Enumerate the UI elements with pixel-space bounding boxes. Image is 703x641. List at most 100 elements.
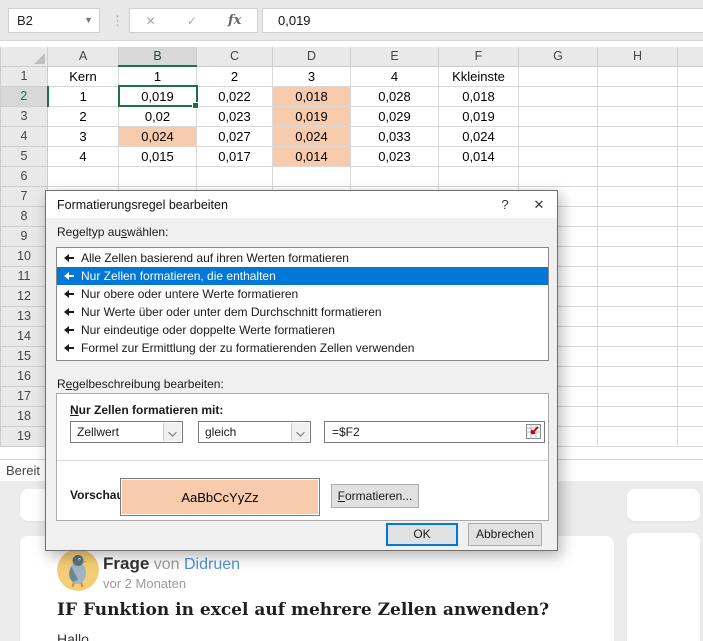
row-header-10[interactable]: 10 (0, 245, 48, 267)
cell-C2[interactable]: 0,022 (196, 86, 273, 107)
rule-type-option-3[interactable]: Nur obere oder untere Werte formatieren (57, 285, 548, 303)
cell-C3[interactable]: 0,023 (196, 106, 273, 127)
row-header-9[interactable]: 9 (0, 225, 48, 247)
cell-H4[interactable] (597, 126, 678, 147)
row-header-11[interactable]: 11 (0, 265, 48, 287)
cell-E2[interactable]: 0,028 (350, 86, 439, 107)
cell-F4[interactable]: 0,024 (438, 126, 519, 147)
cell-E5[interactable]: 0,023 (350, 146, 439, 167)
cell-C6[interactable] (196, 166, 273, 187)
cell-B5[interactable]: 0,015 (118, 146, 197, 167)
fill-handle[interactable] (192, 101, 199, 109)
column-header-G[interactable]: G (518, 47, 598, 67)
cell-H9[interactable] (597, 226, 678, 247)
cell-D5[interactable]: 0,014 (272, 146, 351, 167)
row-header-13[interactable]: 13 (0, 305, 48, 327)
cell-H17[interactable] (597, 386, 678, 407)
column-header-A[interactable]: A (47, 47, 119, 67)
operator-combobox[interactable]: gleich (198, 421, 311, 443)
row-header-18[interactable]: 18 (0, 405, 48, 427)
row-header-19[interactable]: 19 (0, 425, 48, 447)
cell-C1[interactable]: 2 (196, 66, 273, 87)
cell-B1[interactable]: 1 (118, 66, 197, 87)
cell-H7[interactable] (597, 186, 678, 207)
cell-H12[interactable] (597, 286, 678, 307)
cell-C4[interactable]: 0,027 (196, 126, 273, 147)
author-link[interactable]: Didruen (184, 556, 240, 573)
cell-D3[interactable]: 0,019 (272, 106, 351, 127)
cell-H2[interactable] (597, 86, 678, 107)
cell-H5[interactable] (597, 146, 678, 167)
rule-type-option-6[interactable]: Formel zur Ermittlung der zu formatieren… (57, 339, 548, 357)
row-header-16[interactable]: 16 (0, 365, 48, 387)
cell-H11[interactable] (597, 266, 678, 287)
cell-D4[interactable]: 0,024 (272, 126, 351, 147)
cell-E4[interactable]: 0,033 (350, 126, 439, 147)
format-button[interactable]: Formatieren... (331, 484, 419, 508)
cell-E6[interactable] (350, 166, 439, 187)
cell-H16[interactable] (597, 366, 678, 387)
cell-H8[interactable] (597, 206, 678, 227)
cell-H6[interactable] (597, 166, 678, 187)
cell-A2[interactable]: 1 (47, 86, 119, 107)
column-header-F[interactable]: F (438, 47, 519, 67)
formula-input[interactable]: 0,019 (262, 8, 703, 33)
row-header-2[interactable]: 2 (0, 85, 49, 107)
cell-A1[interactable]: Kern (47, 66, 119, 87)
insert-function-icon[interactable]: fx (228, 13, 241, 28)
cell-G2[interactable] (518, 86, 598, 107)
cell-C5[interactable]: 0,017 (196, 146, 273, 167)
cell-A5[interactable]: 4 (47, 146, 119, 167)
cell-H1[interactable] (597, 66, 678, 87)
cell-B3[interactable]: 0,02 (118, 106, 197, 127)
row-header-8[interactable]: 8 (0, 205, 48, 227)
criteria-formula-input[interactable]: =$F2 (324, 421, 545, 443)
row-header-4[interactable]: 4 (0, 125, 48, 147)
cell-B4[interactable]: 0,024 (118, 126, 197, 147)
column-header-H[interactable]: H (597, 47, 678, 67)
cell-F6[interactable] (438, 166, 519, 187)
cell-H15[interactable] (597, 346, 678, 367)
column-header-B[interactable]: B (118, 47, 197, 67)
chevron-down-icon[interactable] (291, 423, 309, 441)
row-header-3[interactable]: 3 (0, 105, 48, 127)
column-header-E[interactable]: E (350, 47, 439, 67)
ok-button[interactable]: OK (386, 523, 458, 546)
column-header-D[interactable]: D (272, 47, 351, 67)
cell-G3[interactable] (518, 106, 598, 127)
cell-value-combobox[interactable]: Zellwert (70, 421, 183, 443)
cancel-button[interactable]: Abbrechen (468, 523, 542, 546)
cell-F2[interactable]: 0,018 (438, 86, 519, 107)
rule-type-option-1[interactable]: Alle Zellen basierend auf ihren Werten f… (57, 249, 548, 267)
range-selector-icon[interactable] (524, 423, 543, 441)
cell-A6[interactable] (47, 166, 119, 187)
name-box[interactable]: B2 ▼ (8, 8, 100, 33)
help-icon[interactable]: ? (489, 197, 521, 212)
cell-D2[interactable]: 0,018 (272, 86, 351, 107)
cell-B6[interactable] (118, 166, 197, 187)
cell-E1[interactable]: 4 (350, 66, 439, 87)
cell-A3[interactable]: 2 (47, 106, 119, 127)
close-icon[interactable]: ✕ (521, 197, 557, 213)
row-header-14[interactable]: 14 (0, 325, 48, 347)
column-header-C[interactable]: C (196, 47, 273, 67)
cell-D6[interactable] (272, 166, 351, 187)
name-box-dropdown-icon[interactable]: ▼ (84, 9, 93, 32)
chevron-down-icon[interactable] (163, 423, 181, 441)
row-header-1[interactable]: 1 (0, 65, 48, 87)
cell-H3[interactable] (597, 106, 678, 127)
cell-H10[interactable] (597, 246, 678, 267)
row-header-12[interactable]: 12 (0, 285, 48, 307)
cancel-entry-icon[interactable]: ✕ (146, 14, 156, 28)
cell-G4[interactable] (518, 126, 598, 147)
row-header-6[interactable]: 6 (0, 165, 48, 187)
cell-G1[interactable] (518, 66, 598, 87)
cell-F1[interactable]: Kkleinste (438, 66, 519, 87)
rule-type-option-4[interactable]: Nur Werte über oder unter dem Durchschni… (57, 303, 548, 321)
cell-F3[interactable]: 0,019 (438, 106, 519, 127)
row-header-7[interactable]: 7 (0, 185, 48, 207)
cell-H13[interactable] (597, 306, 678, 327)
cell-H14[interactable] (597, 326, 678, 347)
cell-F5[interactable]: 0,014 (438, 146, 519, 167)
cell-G6[interactable] (518, 166, 598, 187)
